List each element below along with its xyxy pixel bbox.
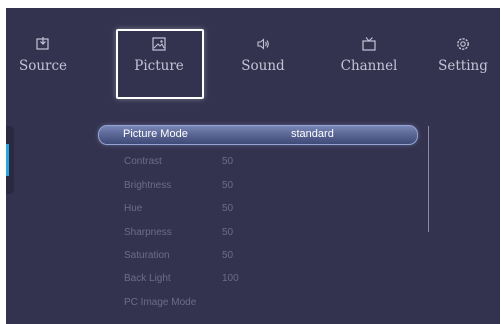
setting-label: Back Light [124,273,171,284]
menu-label-channel: Channel [340,58,398,74]
menu-focus-highlight [116,29,204,99]
setting-value: 50 [222,180,234,191]
side-panel-indicator [6,144,9,176]
menu-item-channel[interactable]: Channel [324,36,414,74]
setting-value: 50 [222,227,234,238]
setting-label: Hue [124,203,143,214]
menu-item-source[interactable]: Source [6,36,88,74]
setting-value: 50 [222,250,234,261]
setting-label: Sharpness [124,227,172,238]
setting-label: PC Image Mode [124,297,197,308]
menu-label-source: Source [18,58,68,74]
setting-value: 100 [222,273,239,284]
setting-label: Saturation [124,250,170,261]
menu-item-setting[interactable]: Setting [418,36,500,74]
gear-icon [418,36,500,56]
menu-item-sound[interactable]: Sound [218,36,308,74]
menu-label-setting: Setting [438,58,488,74]
setting-label: Contrast [124,156,162,167]
setting-label: Brightness [124,180,172,191]
list-scrollbar[interactable] [428,126,429,232]
picture-mode-value: standard [291,128,334,140]
setting-value: 50 [222,203,234,214]
picture-mode-label: Picture Mode [123,128,188,140]
source-icon [6,36,88,56]
picture-mode-selector[interactable]: Picture Mode standard [98,125,418,145]
tv-icon [324,36,414,56]
speaker-icon [218,36,308,56]
menu-label-sound: Sound [241,58,285,74]
tv-settings-screen: Source Picture Sound Channel Setting Pic… [6,8,500,324]
setting-value: 50 [222,156,234,167]
